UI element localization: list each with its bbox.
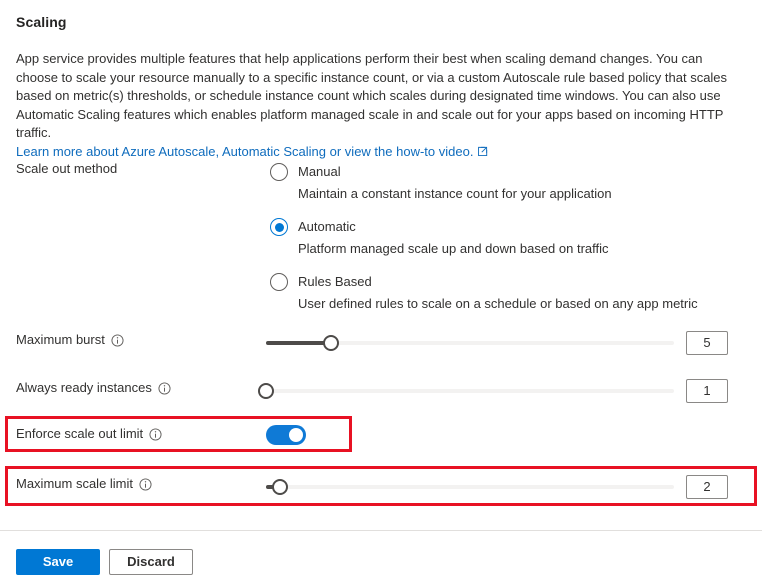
slider-thumb[interactable] — [323, 335, 339, 351]
maximum-burst-label: Maximum burst — [16, 331, 105, 349]
radio-option-automatic[interactable]: Automatic Platform managed scale up and … — [270, 218, 740, 257]
enforce-scale-out-limit-toggle[interactable] — [266, 425, 306, 445]
footer-divider — [0, 530, 762, 531]
enforce-scale-out-limit-label-wrap: Enforce scale out limit — [0, 425, 258, 443]
radio-option-manual[interactable]: Manual Maintain a constant instance coun… — [270, 163, 740, 202]
radio-circle-rules-based[interactable] — [270, 273, 288, 291]
slider-track — [266, 389, 674, 393]
maximum-scale-limit-slider[interactable] — [266, 477, 674, 497]
radio-description-rules-based: User defined rules to scale on a schedul… — [298, 295, 698, 312]
external-link-icon — [477, 146, 488, 157]
learn-more-link[interactable]: Learn more about Azure Autoscale, Automa… — [16, 144, 473, 159]
radio-description-automatic: Platform managed scale up and down based… — [298, 240, 609, 257]
footer-actions: Save Discard — [16, 549, 193, 575]
toggle-knob — [289, 428, 303, 442]
info-icon[interactable] — [149, 428, 162, 441]
always-ready-instances-label-wrap: Always ready instances — [0, 379, 258, 397]
radio-option-rules-based[interactable]: Rules Based User defined rules to scale … — [270, 273, 740, 312]
radio-description-manual: Maintain a constant instance count for y… — [298, 185, 612, 202]
enforce-scale-out-limit-control — [258, 425, 762, 445]
slider-track — [266, 485, 674, 489]
maximum-burst-control: 5 — [258, 331, 762, 355]
enforce-scale-out-limit-row: Enforce scale out limit — [0, 425, 762, 445]
always-ready-instances-slider[interactable] — [266, 381, 674, 401]
info-icon[interactable] — [158, 382, 171, 395]
enforce-scale-out-limit-label: Enforce scale out limit — [16, 425, 143, 443]
radio-texts-manual: Manual Maintain a constant instance coun… — [298, 163, 612, 202]
maximum-burst-label-wrap: Maximum burst — [0, 331, 258, 349]
info-icon[interactable] — [139, 478, 152, 491]
info-icon[interactable] — [111, 334, 124, 347]
page-description: App service provides multiple features t… — [16, 50, 748, 161]
slider-thumb[interactable] — [272, 479, 288, 495]
scale-out-method-radio-group[interactable]: Manual Maintain a constant instance coun… — [270, 163, 740, 312]
radio-texts-automatic: Automatic Platform managed scale up and … — [298, 218, 609, 257]
radio-label-rules-based: Rules Based — [298, 273, 698, 290]
radio-circle-automatic[interactable] — [270, 218, 288, 236]
radio-texts-rules-based: Rules Based User defined rules to scale … — [298, 273, 698, 312]
always-ready-instances-row: Always ready instances 1 — [0, 379, 762, 403]
slider-fill — [266, 341, 331, 345]
maximum-scale-limit-value-input[interactable]: 2 — [686, 475, 728, 499]
radio-label-automatic: Automatic — [298, 218, 609, 235]
maximum-scale-limit-label: Maximum scale limit — [16, 475, 133, 493]
discard-button[interactable]: Discard — [109, 549, 193, 575]
scale-out-method-label: Scale out method — [0, 160, 258, 178]
always-ready-instances-control: 1 — [258, 379, 762, 403]
radio-circle-manual[interactable] — [270, 163, 288, 181]
maximum-scale-limit-control: 2 — [258, 475, 762, 499]
page-title: Scaling — [16, 14, 67, 30]
learn-more-line: Learn more about Azure Autoscale, Automa… — [16, 143, 748, 162]
maximum-burst-row: Maximum burst 5 — [0, 331, 762, 355]
maximum-burst-slider[interactable] — [266, 333, 674, 353]
maximum-scale-limit-label-wrap: Maximum scale limit — [0, 475, 258, 493]
description-text: App service provides multiple features t… — [16, 51, 727, 140]
slider-thumb[interactable] — [258, 383, 274, 399]
always-ready-instances-value-input[interactable]: 1 — [686, 379, 728, 403]
always-ready-instances-label: Always ready instances — [16, 379, 152, 397]
radio-label-manual: Manual — [298, 163, 612, 180]
save-button[interactable]: Save — [16, 549, 100, 575]
maximum-scale-limit-row: Maximum scale limit 2 — [0, 475, 762, 499]
maximum-burst-value-input[interactable]: 5 — [686, 331, 728, 355]
